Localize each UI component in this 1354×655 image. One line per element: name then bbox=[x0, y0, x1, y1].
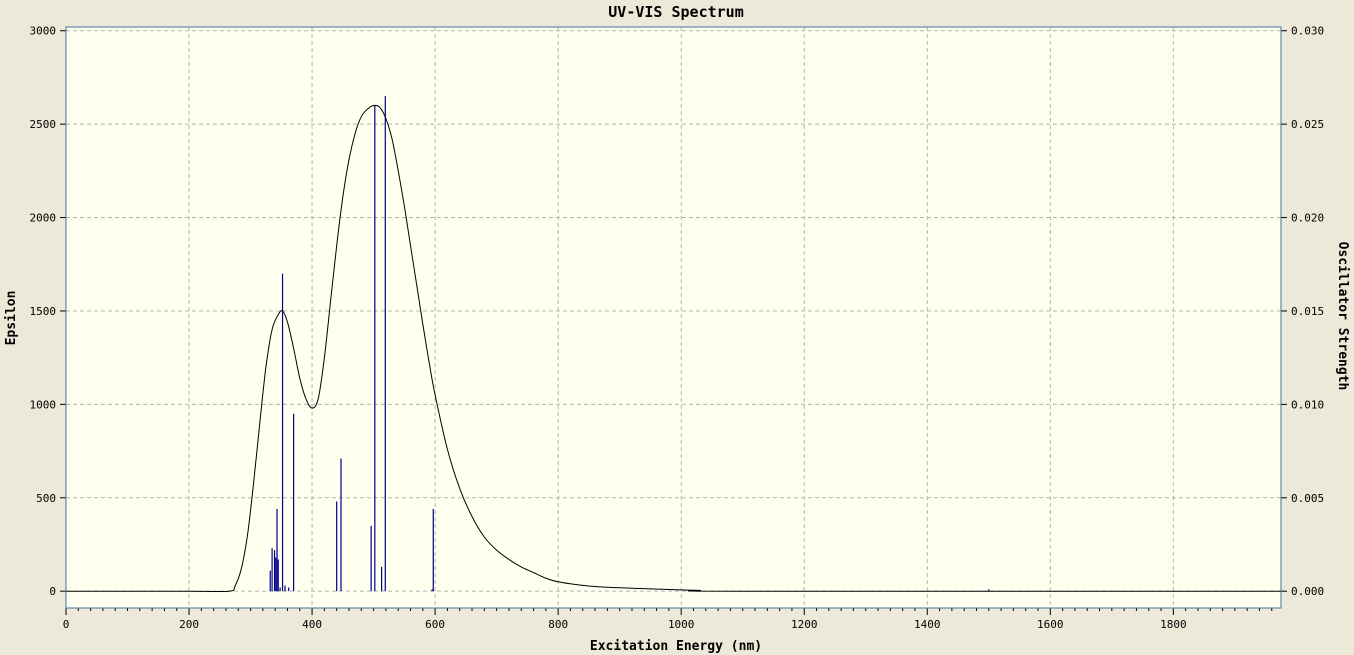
x-axis: 0 200 400 600 800 1000 1200 1400 1600 1800 bbox=[63, 608, 1273, 631]
y-axis-title: Epsilon bbox=[4, 291, 19, 346]
y-tick-label: 1500 bbox=[30, 305, 57, 318]
plot-area bbox=[66, 27, 1281, 608]
x-tick-label: 1200 bbox=[791, 618, 818, 631]
chart-title: UV-VIS Spectrum bbox=[608, 3, 743, 21]
left-y-axis: 0 500 1000 1500 2000 2500 3000 bbox=[30, 25, 66, 598]
y2-tick-label: 0.000 bbox=[1291, 585, 1324, 598]
x-tick-label: 600 bbox=[425, 618, 445, 631]
y-tick-label: 1000 bbox=[30, 398, 57, 411]
x-tick-label: 200 bbox=[179, 618, 199, 631]
x-tick-label: 400 bbox=[302, 618, 322, 631]
y-tick-label: 0 bbox=[49, 585, 56, 598]
y2-tick-label: 0.010 bbox=[1291, 398, 1324, 411]
x-axis-title: Excitation Energy (nm) bbox=[590, 639, 762, 654]
y2-axis-title: Oscillator Strength bbox=[1335, 242, 1350, 391]
y2-tick-label: 0.025 bbox=[1291, 118, 1324, 131]
y-tick-label: 2500 bbox=[30, 118, 57, 131]
x-tick-label: 0 bbox=[63, 618, 70, 631]
x-tick-label: 1800 bbox=[1160, 618, 1187, 631]
y2-tick-label: 0.030 bbox=[1291, 25, 1324, 38]
x-tick-label: 1000 bbox=[668, 618, 695, 631]
y2-tick-label: 0.020 bbox=[1291, 212, 1324, 225]
y2-tick-label: 0.015 bbox=[1291, 305, 1324, 318]
uv-vis-spectrum-chart: 0 200 400 600 800 1000 1200 1400 1600 1800 0 500 10… bbox=[4, 3, 1350, 654]
y2-tick-label: 0.005 bbox=[1291, 492, 1324, 505]
y-tick-label: 2000 bbox=[30, 212, 57, 225]
x-tick-label: 1600 bbox=[1037, 618, 1064, 631]
x-tick-label: 1400 bbox=[914, 618, 941, 631]
y-tick-label: 500 bbox=[36, 492, 56, 505]
x-tick-label: 800 bbox=[548, 618, 568, 631]
y-tick-label: 3000 bbox=[30, 25, 57, 38]
right-y-axis: 0.000 0.005 0.010 0.015 0.020 0.025 0.030 bbox=[1281, 25, 1324, 598]
